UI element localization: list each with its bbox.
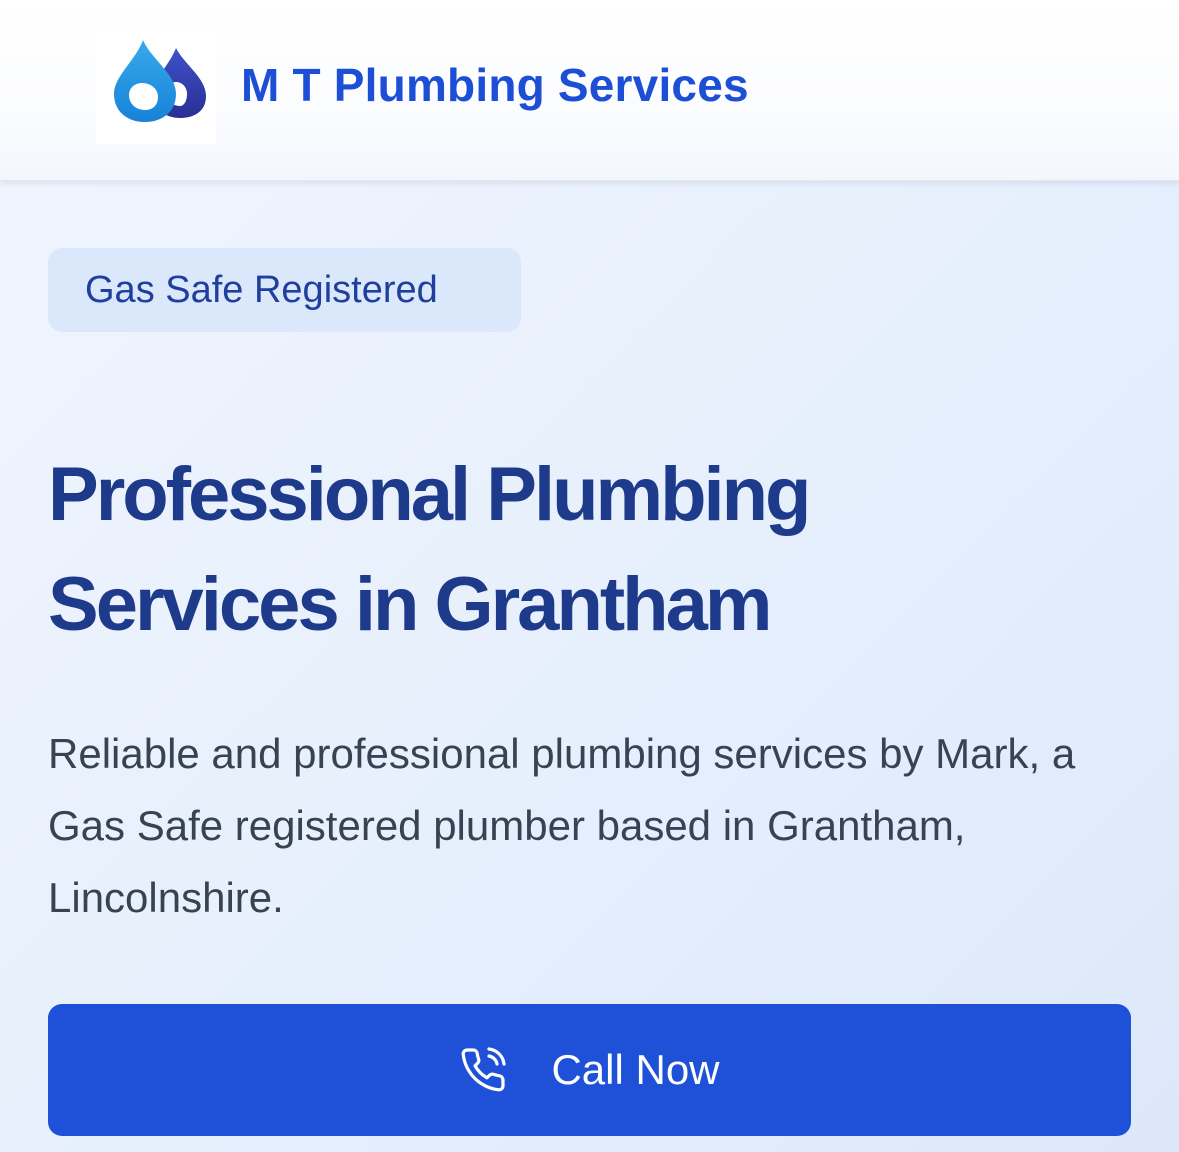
site-header: M T Plumbing Services <box>0 0 1179 181</box>
page-title-line-1: Professional Plumbing <box>48 452 811 537</box>
brand-name[interactable]: M T Plumbing Services <box>241 56 749 114</box>
logo-link[interactable] <box>96 26 216 144</box>
badge-label: Gas Safe Registered <box>85 268 438 311</box>
call-now-label: Call Now <box>551 1046 720 1093</box>
water-drops-logo-icon <box>114 40 206 122</box>
gas-safe-badge: Gas Safe Registered <box>48 248 521 332</box>
page-title: Professional Plumbing Services in Grantha… <box>48 440 1128 660</box>
hero-description: Reliable and professional plumbing servi… <box>48 730 1076 921</box>
page-title-line-2: Services in Grantham <box>48 562 772 647</box>
call-now-button[interactable]: Call Now <box>48 1004 1131 1136</box>
phone-call-icon <box>459 1046 507 1094</box>
